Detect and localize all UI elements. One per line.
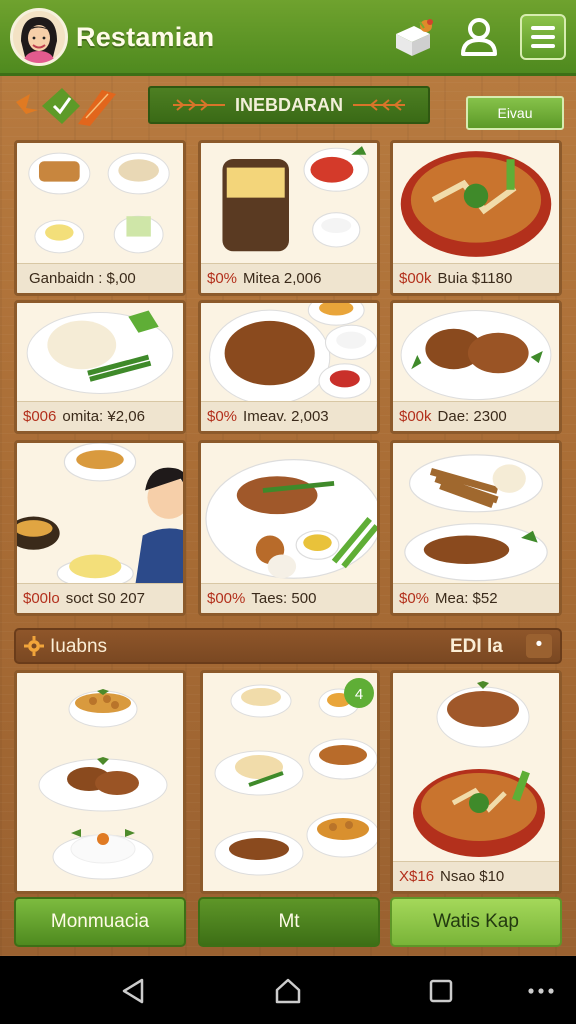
recents-icon[interactable] <box>426 976 456 1006</box>
price-label: $00% Taes: 500 <box>201 583 377 613</box>
price-label: $00lo soct S0 207 <box>17 583 183 613</box>
food-card-curry-bowl[interactable]: $00k Buia $1180 <box>390 140 562 296</box>
banner-button[interactable]: Eivau <box>466 96 564 130</box>
bottom-card-2[interactable]: 4 <box>200 670 380 894</box>
roast-chicken-image <box>393 303 559 401</box>
bottom-card-3[interactable]: X$16 Nsao $10 <box>390 670 562 894</box>
beans-chicken-rice-image <box>17 673 183 891</box>
price-label: $0% Imeav. 2,003 <box>201 401 377 431</box>
price-text: Buia $1180 <box>437 270 513 287</box>
price-percent: $00k <box>399 408 432 425</box>
food-card-rice-beans[interactable]: $006 omita: ¥2,06 <box>14 300 186 434</box>
fried-rice-image <box>201 303 377 401</box>
price-text: Nsao $10 <box>440 868 505 885</box>
gear-icon[interactable] <box>24 636 44 662</box>
bottom-card-1[interactable] <box>14 670 186 894</box>
food-card-mixed-platter[interactable]: $00% Taes: 500 <box>198 440 380 616</box>
section-right-label[interactable]: EDI la <box>450 636 503 658</box>
price-percent: $00% <box>207 590 246 607</box>
avatar[interactable] <box>10 8 68 66</box>
price-label: Ganbaidn : $,00 <box>17 263 183 293</box>
price-label: $0% Mitea 2,006 <box>201 263 377 293</box>
rice-beans-image <box>17 303 183 401</box>
food-card-skewers[interactable]: $0% Mea: $52 <box>390 440 562 616</box>
price-text: Mea: $52 <box>435 590 498 607</box>
food-card-jar-and-sauces[interactable]: $0% Mitea 2,006 <box>198 140 380 296</box>
menu-icon[interactable] <box>520 14 566 60</box>
food-card-woman-eating[interactable]: $00lo soct S0 207 <box>14 440 186 616</box>
price-percent: $00lo <box>23 590 60 607</box>
food-card-roast-chicken[interactable]: $00k Dae: 2300 <box>390 300 562 434</box>
price-label: $00k Buia $1180 <box>393 263 559 293</box>
woman-eating-image <box>17 443 183 583</box>
price-text: soct S0 207 <box>65 590 145 607</box>
skewers-image <box>393 443 559 583</box>
price-percent: X$16 <box>399 868 435 885</box>
price-percent: $0% <box>207 408 238 425</box>
price-text: Ganbaidn : $,00 <box>29 270 136 287</box>
app-title: Restamian <box>76 22 215 52</box>
gift-box-icon[interactable] <box>390 14 436 60</box>
left-ornament-icon <box>173 99 225 111</box>
left-action-button[interactable]: Monmuacia <box>14 897 186 947</box>
right-ornament-icon <box>353 99 405 111</box>
food-card-breads[interactable]: Ganbaidn : $,00 <box>14 140 186 296</box>
system-nav-bar <box>0 956 576 1024</box>
section-header: Iuabns EDI la • <box>14 628 562 664</box>
banner-title: INEBDARAN <box>148 86 430 124</box>
center-action-button[interactable]: Mt <box>198 897 380 947</box>
price-percent: $0% <box>207 270 238 287</box>
badge-text: 4 <box>355 686 363 703</box>
price-percent: $006 <box>23 408 57 425</box>
top-app-bar: Restamian <box>0 0 576 76</box>
price-text: Dae: 2300 <box>437 408 507 425</box>
price-text: Mitea 2,006 <box>243 270 322 287</box>
breads-image <box>17 143 183 263</box>
jar-and-sauces-image <box>201 143 377 263</box>
food-card-fried-rice[interactable]: $0% Imeav. 2,003 <box>198 300 380 434</box>
banner-row: INEBDARAN Eivau <box>0 84 576 130</box>
price-label: X$16 Nsao $10 <box>393 861 559 891</box>
five-dishes-image: 4 <box>203 673 377 891</box>
price-text: Imeav. 2,003 <box>243 408 329 425</box>
right-action-button[interactable]: Watis Kap <box>390 897 562 947</box>
mixed-platter-image <box>201 443 377 583</box>
section-title: Iuabns <box>50 636 108 657</box>
price-label: $0% Mea: $52 <box>393 583 559 613</box>
profile-icon[interactable] <box>456 14 502 60</box>
price-percent: $0% <box>399 590 430 607</box>
price-text: Taes: 500 <box>251 590 317 607</box>
curry-bowl-image <box>393 143 559 263</box>
more-button[interactable]: • <box>526 634 552 658</box>
banner-text: INEBDARAN <box>235 94 343 115</box>
decorative-leaves-icon <box>16 88 116 126</box>
price-label: $00k Dae: 2300 <box>393 401 559 431</box>
price-label: $006 omita: ¥2,06 <box>17 401 183 431</box>
price-text: omita: ¥2,06 <box>62 408 145 425</box>
price-percent: $00k <box>399 270 432 287</box>
more-dots-icon[interactable] <box>526 976 556 1006</box>
home-icon[interactable] <box>273 976 303 1006</box>
back-icon[interactable] <box>118 976 148 1006</box>
